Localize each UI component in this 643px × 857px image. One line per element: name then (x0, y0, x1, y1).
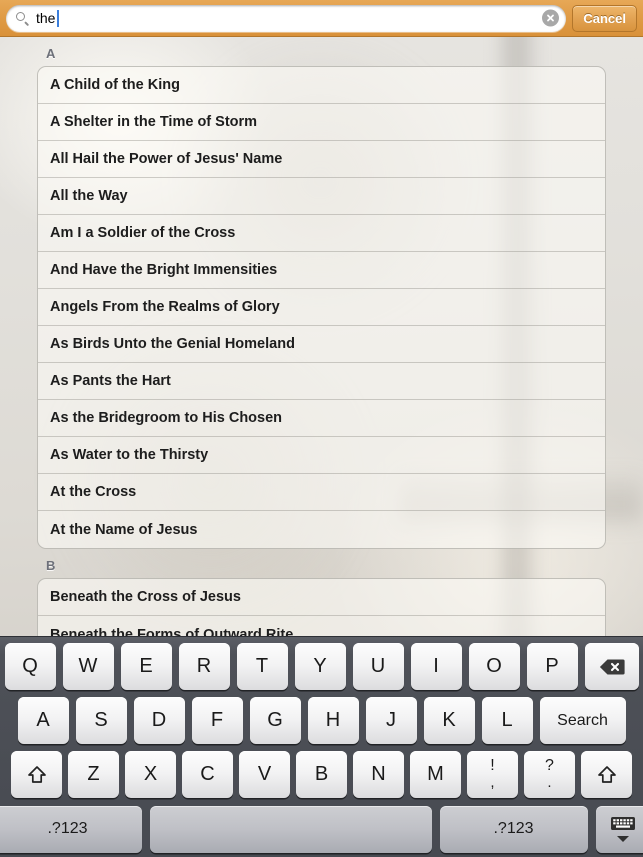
list-item-label: Beneath the Cross of Jesus (50, 589, 241, 605)
list-item-label: As Pants the Hart (50, 373, 171, 389)
list-item[interactable]: As the Bridegroom to His Chosen (38, 400, 605, 437)
list-group-b: Beneath the Cross of Jesus Beneath the F… (37, 578, 606, 636)
shift-key-right[interactable] (581, 751, 632, 798)
list-item[interactable]: At the Cross (38, 474, 605, 511)
list-item-label: A Child of the King (50, 77, 180, 93)
key-f[interactable]: F (191, 697, 243, 744)
key-x[interactable]: X (125, 751, 176, 798)
list-item[interactable]: A Child of the King (38, 67, 605, 104)
keyboard-row-3: Z X C V B N M ! , ? . (4, 750, 639, 799)
key-z[interactable]: Z (68, 751, 119, 798)
app-root: the Cancel A A Child of the King A Shelt… (0, 0, 643, 857)
list-item[interactable]: All Hail the Power of Jesus' Name (38, 141, 605, 178)
keyboard-row-2: A S D F G H J K L Search (4, 696, 639, 745)
list-item[interactable]: As Water to the Thirsty (38, 437, 605, 474)
key-n[interactable]: N (353, 751, 404, 798)
numeric-key-right[interactable]: .?123 (439, 805, 588, 853)
list-item-label: Beneath the Forms of Outward Rite (50, 626, 294, 637)
key-w[interactable]: W (62, 643, 114, 690)
key-u[interactable]: U (352, 643, 404, 690)
section-header-b: B (46, 558, 56, 573)
backspace-icon (599, 659, 625, 674)
list-item-label: A Shelter in the Time of Storm (50, 114, 258, 130)
key-v[interactable]: V (239, 751, 290, 798)
shift-icon (27, 765, 46, 783)
key-question-label: ? (545, 757, 554, 775)
key-g[interactable]: G (249, 697, 301, 744)
search-input[interactable]: the (6, 4, 567, 32)
list-item-label: At the Name of Jesus (50, 521, 198, 538)
cancel-button[interactable]: Cancel (572, 4, 637, 32)
list-item[interactable]: Am I a Soldier of the Cross (38, 215, 605, 252)
key-j[interactable]: J (365, 697, 417, 744)
list-item[interactable]: Beneath the Cross of Jesus (38, 579, 605, 616)
list-item-label: At the Cross (50, 484, 137, 500)
key-e[interactable]: E (120, 643, 172, 690)
list-item[interactable]: Beneath the Forms of Outward Rite (38, 616, 605, 637)
list-item-label: As Birds Unto the Genial Homeland (50, 336, 295, 352)
key-t[interactable]: T (236, 643, 288, 690)
list-item[interactable]: All the Way (38, 178, 605, 215)
search-results-list[interactable]: A A Child of the King A Shelter in the T… (0, 37, 643, 636)
clear-search-button[interactable] (542, 9, 560, 27)
list-group-a: A Child of the King A Shelter in the Tim… (37, 66, 606, 549)
key-r[interactable]: R (178, 643, 230, 690)
search-icon (15, 11, 30, 26)
key-q[interactable]: Q (4, 643, 56, 690)
list-item[interactable]: A Shelter in the Time of Storm (38, 104, 605, 141)
key-i[interactable]: I (410, 643, 462, 690)
text-cursor (57, 9, 60, 27)
list-item-label: Am I a Soldier of the Cross (50, 225, 236, 241)
key-a[interactable]: A (17, 697, 69, 744)
list-item-label: As Water to the Thirsty (50, 447, 209, 463)
on-screen-keyboard: Q W E R T Y U I O P A S D F G H J K L Se… (0, 636, 643, 857)
key-m[interactable]: M (410, 751, 461, 798)
shift-key-left[interactable] (11, 751, 62, 798)
list-item[interactable]: And Have the Bright Immensities (38, 252, 605, 289)
list-item[interactable]: As Pants the Hart (38, 363, 605, 400)
key-d[interactable]: D (133, 697, 185, 744)
key-c[interactable]: C (182, 751, 233, 798)
list-item[interactable]: As Birds Unto the Genial Homeland (38, 326, 605, 363)
key-question-period[interactable]: ? . (524, 751, 575, 798)
list-item[interactable]: Angels From the Realms of Glory (38, 289, 605, 326)
key-b[interactable]: B (296, 751, 347, 798)
list-item[interactable]: At the Name of Jesus (38, 511, 605, 548)
space-key[interactable] (149, 805, 432, 853)
key-exclamation-comma[interactable]: ! , (467, 751, 518, 798)
list-item-label: Angels From the Realms of Glory (50, 299, 280, 315)
key-k[interactable]: K (423, 697, 475, 744)
key-s[interactable]: S (75, 697, 127, 744)
key-period-label: . (547, 774, 552, 792)
backspace-key[interactable] (584, 643, 639, 690)
numeric-key-left[interactable]: .?123 (0, 805, 142, 853)
chevron-down-icon (616, 835, 629, 842)
list-item-label: And Have the Bright Immensities (50, 262, 278, 278)
key-o[interactable]: O (468, 643, 520, 690)
shift-icon (597, 765, 616, 783)
list-item-label: All the Way (50, 188, 128, 204)
search-key[interactable]: Search (539, 697, 626, 744)
key-exclamation-label: ! (490, 757, 495, 775)
hide-keyboard-key[interactable] (595, 805, 643, 853)
search-input-value: the (36, 10, 56, 26)
key-h[interactable]: H (307, 697, 359, 744)
list-item-label: As the Bridegroom to His Chosen (50, 410, 283, 426)
keyboard-row-4: .?123 .?123 (0, 804, 643, 854)
key-comma-label: , (490, 774, 495, 792)
section-header-a: A (46, 46, 56, 61)
hide-keyboard-icon (610, 816, 635, 830)
keyboard-row-1: Q W E R T Y U I O P (4, 642, 639, 691)
list-item-label: All Hail the Power of Jesus' Name (50, 151, 283, 167)
key-l[interactable]: L (481, 697, 533, 744)
key-y[interactable]: Y (294, 643, 346, 690)
key-p[interactable]: P (526, 643, 578, 690)
search-bar: the Cancel (0, 0, 643, 37)
